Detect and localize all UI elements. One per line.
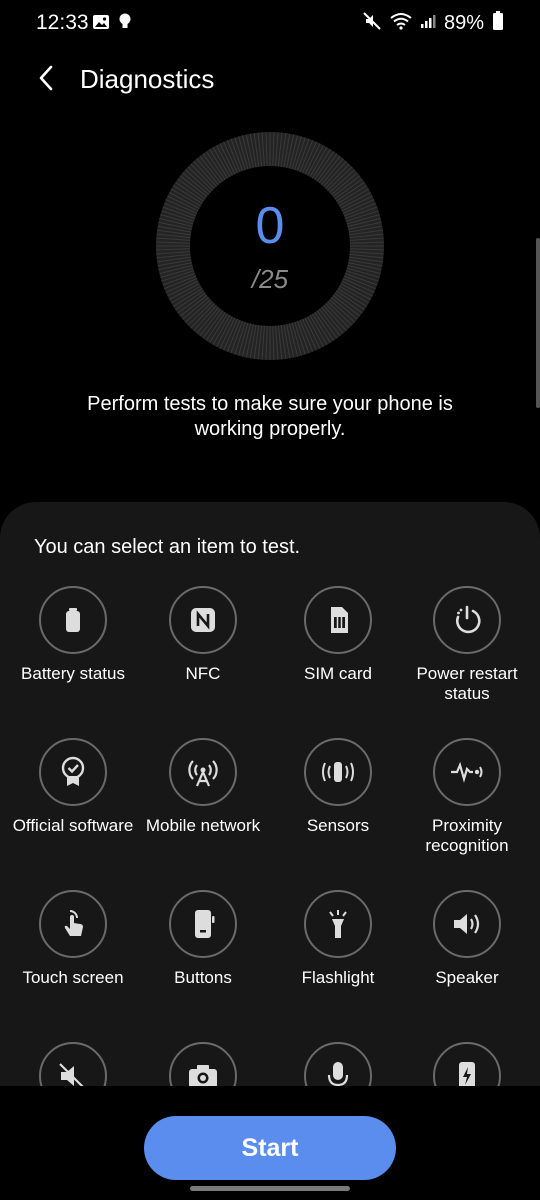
tests-total-count: /25 <box>251 264 289 294</box>
progress-ring: 0 /25 <box>154 130 386 362</box>
test-panel: You can select an item to test. Battery … <box>0 502 540 1122</box>
test-item-label: Buttons <box>174 968 232 987</box>
wifi-icon <box>390 12 412 35</box>
battery-icon <box>58 605 88 635</box>
test-item[interactable]: Official software <box>3 738 143 836</box>
gallery-icon <box>92 14 110 35</box>
nfc-icon <box>187 604 219 636</box>
test-item-label: Speaker <box>435 968 499 987</box>
mute-icon <box>362 11 382 36</box>
test-item-label: Flashlight <box>301 968 375 987</box>
battery-status-icon <box>492 11 504 36</box>
test-item-icon-circle <box>433 890 501 958</box>
test-item-icon-circle <box>169 738 237 806</box>
bottom-bar: Start <box>0 1086 540 1200</box>
test-item-icon-circle <box>433 586 501 654</box>
tests-completed-count: 0 <box>255 197 285 255</box>
test-item-label: Proximity recognition <box>425 816 509 855</box>
flashlight-icon <box>323 907 353 941</box>
power-restart-icon <box>450 603 484 637</box>
test-item-icon-circle <box>304 586 372 654</box>
test-item-label: Sensors <box>306 816 370 835</box>
test-item[interactable]: Buttons <box>133 890 273 988</box>
test-item[interactable]: Flashlight <box>268 890 408 988</box>
status-time: 12:33 <box>36 11 89 34</box>
app-header: Diagnostics <box>0 56 540 102</box>
test-item-icon-circle <box>433 738 501 806</box>
touch-icon <box>57 907 89 941</box>
test-item[interactable]: Touch screen <box>3 890 143 988</box>
test-item[interactable]: SIM card <box>268 586 408 684</box>
test-item[interactable]: NFC <box>133 586 273 684</box>
status-bar: 12:33 89% <box>0 0 540 46</box>
test-item[interactable]: Speaker <box>397 890 537 988</box>
test-item-label: NFC <box>185 664 221 683</box>
test-item-icon-circle <box>39 586 107 654</box>
start-button[interactable]: Start <box>144 1116 396 1180</box>
page-title: Diagnostics <box>80 64 215 94</box>
test-item[interactable]: Mobile network <box>133 738 273 836</box>
test-item-icon-circle <box>39 738 107 806</box>
home-indicator[interactable] <box>190 1186 350 1191</box>
test-item-label: Power restart status <box>416 664 518 703</box>
sim-card-icon <box>323 604 353 636</box>
test-item-label: Official software <box>12 816 134 835</box>
vibration-icon <box>320 757 356 787</box>
signal-icon <box>420 13 436 34</box>
test-item-icon-circle <box>304 738 372 806</box>
test-item-label: Touch screen <box>22 968 124 987</box>
test-item-label: SIM card <box>303 664 373 683</box>
proximity-icon <box>449 757 485 787</box>
test-item-icon-circle <box>304 890 372 958</box>
test-item-icon-circle <box>169 586 237 654</box>
test-item-icon-circle <box>39 890 107 958</box>
test-item-icon-circle <box>169 890 237 958</box>
back-button[interactable] <box>28 60 64 96</box>
test-item[interactable]: Sensors <box>268 738 408 836</box>
back-arrow-icon <box>39 65 53 91</box>
bulb-icon <box>118 13 132 36</box>
scrollbar[interactable] <box>536 238 540 408</box>
intro-text: Perform tests to make sure your phone is… <box>87 393 453 440</box>
antenna-icon <box>186 755 220 789</box>
test-item[interactable]: Proximity recognition <box>397 738 537 856</box>
test-item[interactable]: Battery status <box>3 586 143 684</box>
panel-hint: You can select an item to test. <box>34 536 301 558</box>
test-item-label: Battery status <box>21 664 125 683</box>
certificate-icon <box>57 755 89 789</box>
speaker-icon <box>450 909 484 939</box>
test-item[interactable]: Power restart status <box>397 586 537 704</box>
phone-buttons-icon <box>188 907 218 941</box>
battery-percent: 89% <box>443 12 484 34</box>
test-item-label: Mobile network <box>145 816 261 835</box>
